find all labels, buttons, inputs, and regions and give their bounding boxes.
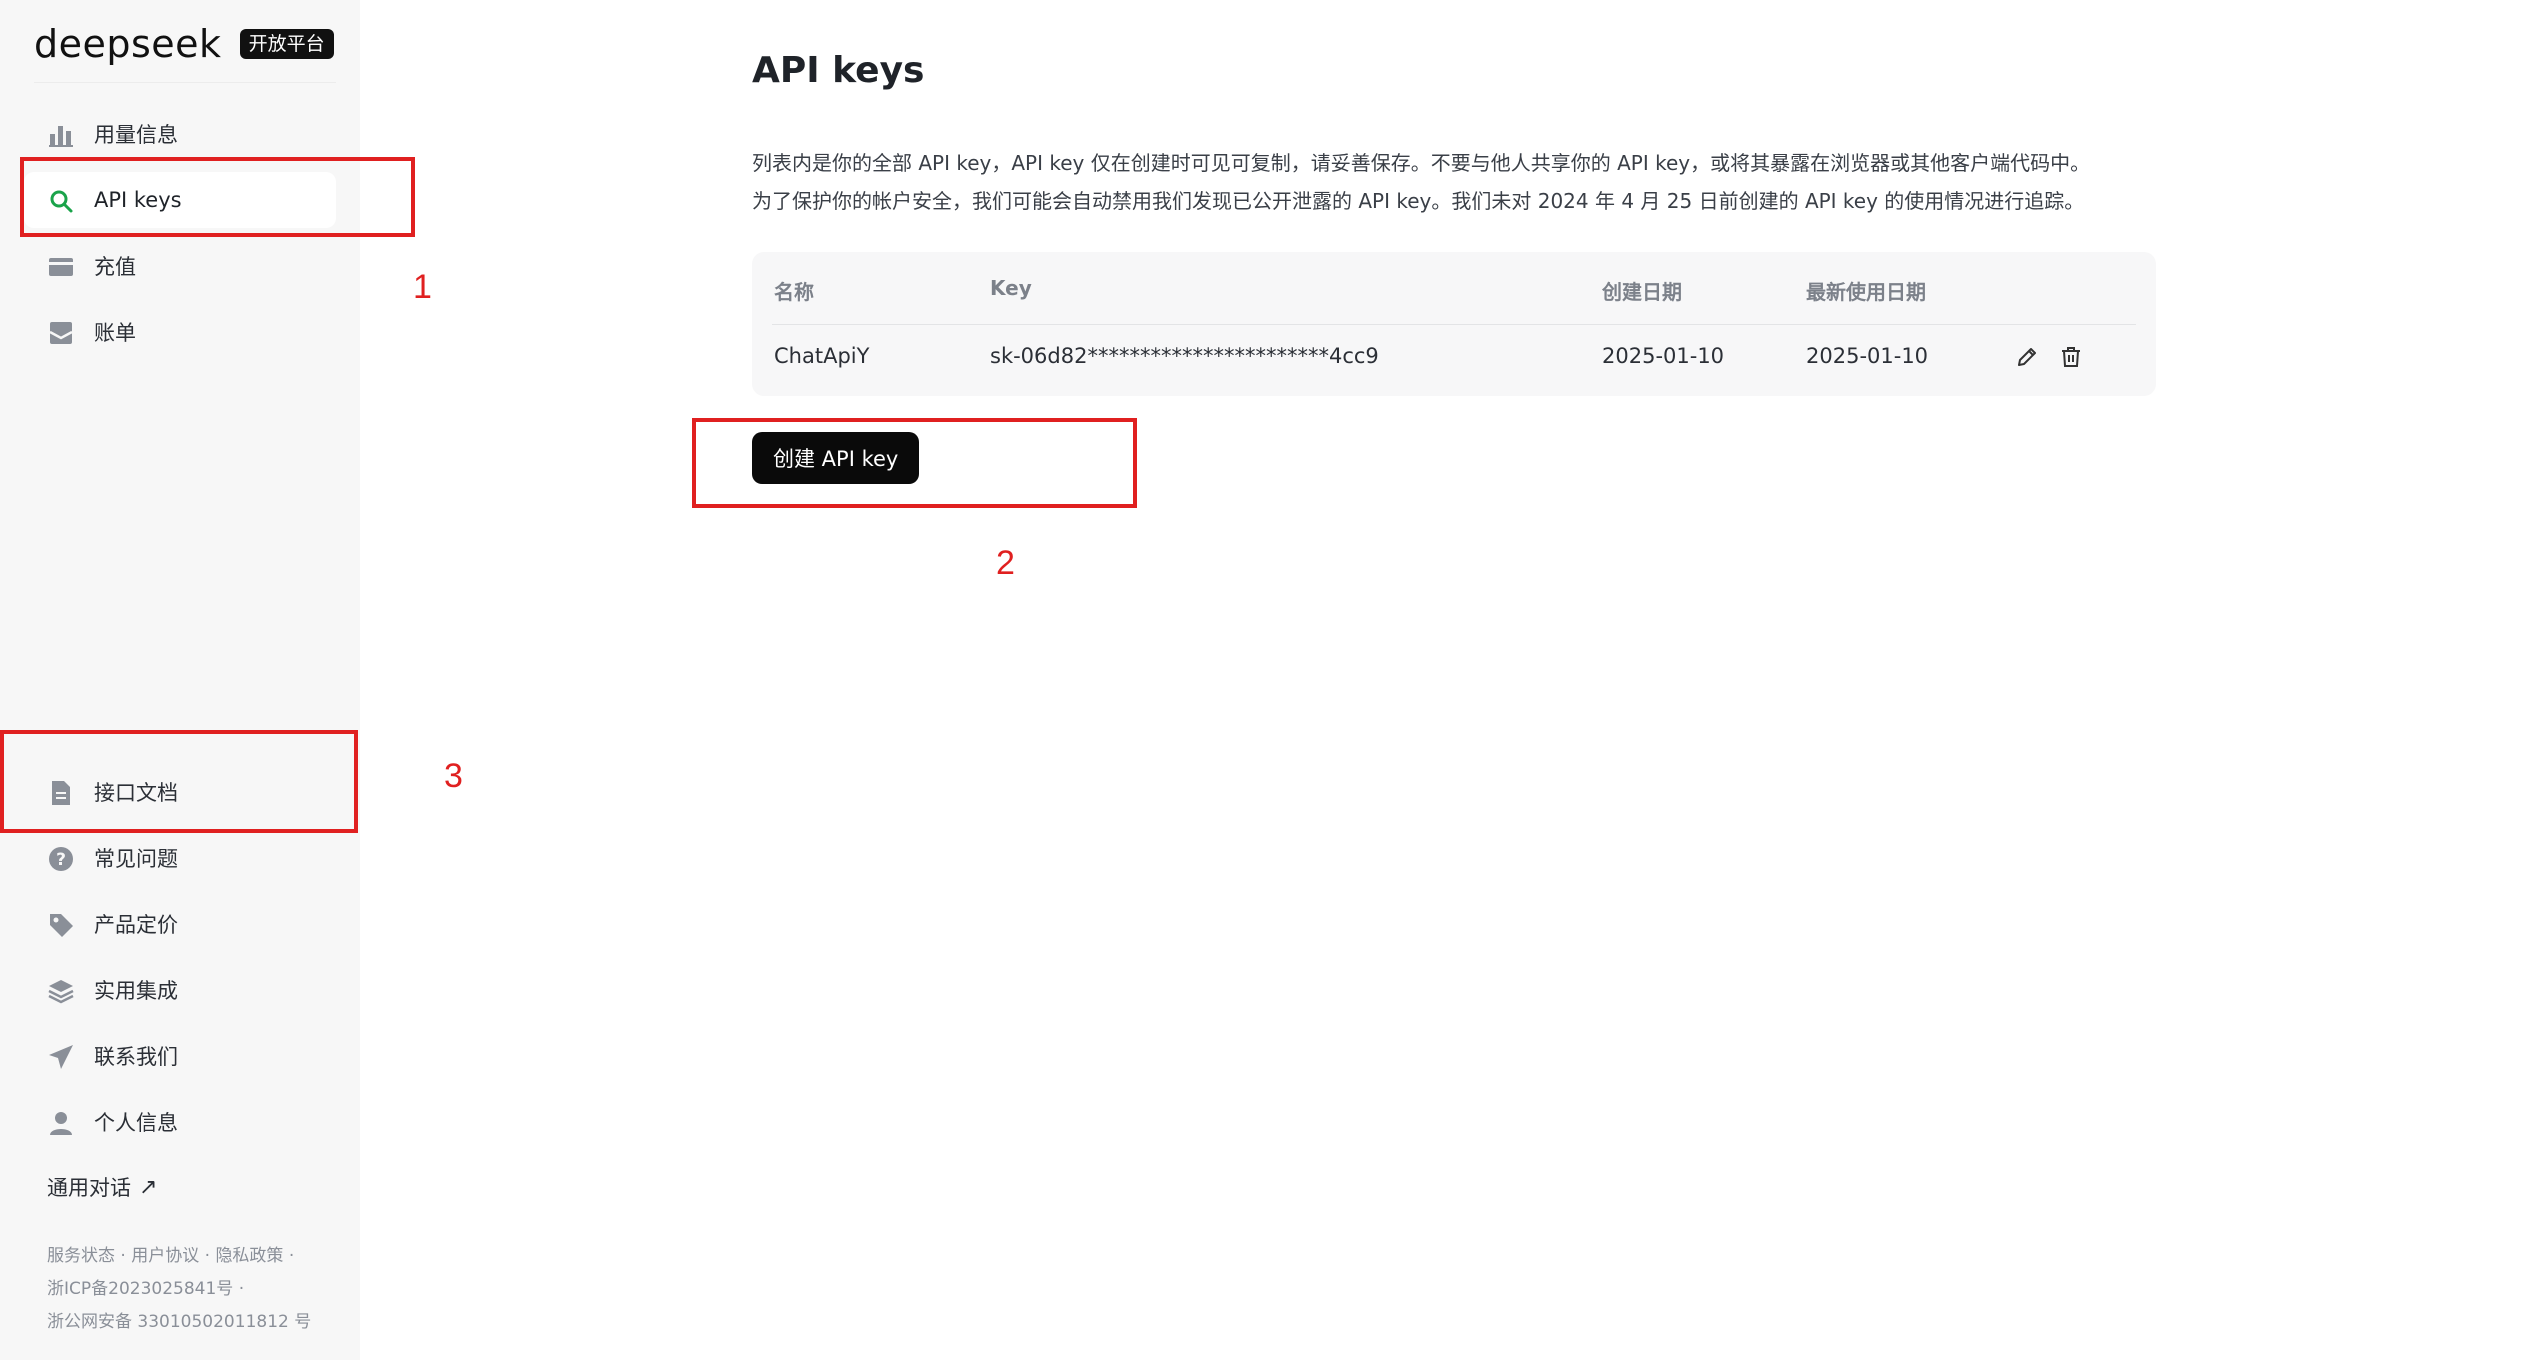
sidebar-item-label: 联系我们 [94, 1045, 178, 1069]
send-icon [48, 1044, 74, 1070]
sidebar-item-pricing[interactable]: 产品定价 [24, 896, 336, 952]
card-icon [48, 254, 74, 280]
inbox-icon [48, 320, 74, 346]
service-status-link[interactable]: 服务状态 [47, 1246, 115, 1266]
sidebar-item-usage[interactable]: 用量信息 [24, 106, 336, 162]
deepseek-logo[interactable]: deepseek [34, 22, 222, 66]
edit-pencil-icon[interactable] [2014, 344, 2040, 370]
sidebar-item-contact[interactable]: 联系我们 [24, 1028, 336, 1084]
sidebar-item-label: 充值 [94, 255, 136, 279]
last-used-date-cell: 2025-01-10 [1806, 344, 1929, 368]
svg-text:?: ? [56, 850, 66, 870]
sidebar-item-label: 账单 [94, 321, 136, 345]
sidebar-item-integrations[interactable]: 实用集成 [24, 962, 336, 1018]
layers-icon [48, 978, 74, 1004]
sidebar-item-recharge[interactable]: 充值 [24, 238, 336, 294]
delete-trash-icon[interactable] [2058, 344, 2084, 370]
description-line-1: 列表内是你的全部 API key，API key 仅在创建时可见可复制，请妥善保… [752, 151, 2091, 175]
annotation-box-2 [692, 418, 1137, 508]
column-header-key: Key [990, 276, 1032, 300]
sidebar-item-label: 产品定价 [94, 913, 178, 937]
sidebar-item-profile[interactable]: 个人信息 [24, 1094, 336, 1150]
sidebar-item-label: 常见问题 [94, 847, 178, 871]
key-name-cell: ChatApiY [774, 344, 870, 368]
brand[interactable]: deepseek 开放平台 [34, 22, 334, 66]
annotation-box-1 [20, 157, 415, 237]
privacy-policy-link[interactable]: 隐私政策 [215, 1246, 283, 1266]
sidebar-footer: 服务状态 · 用户协议 · 隐私政策 · 浙ICP备2023025841号 · … [47, 1246, 312, 1332]
sidebar-item-faq[interactable]: ? 常见问题 [24, 830, 336, 886]
annotation-label-2: 2 [996, 544, 1015, 582]
column-header-created: 创建日期 [1602, 280, 1682, 304]
page-description: 列表内是你的全部 API key，API key 仅在创建时可见可复制，请妥善保… [752, 144, 2172, 220]
general-chat-link[interactable]: 通用对话 ↗ [47, 1172, 157, 1202]
description-line-2: 为了保护你的帐户安全，我们可能会自动禁用我们发现已公开泄露的 API key。我… [752, 189, 2085, 213]
column-header-name: 名称 [774, 280, 814, 304]
sidebar-item-label: 用量信息 [94, 123, 178, 147]
platform-badge: 开放平台 [239, 29, 334, 59]
page-title: API keys [752, 50, 925, 91]
sidebar-item-label: 个人信息 [94, 1111, 178, 1135]
sidebar-item-label: 实用集成 [94, 979, 178, 1003]
tag-icon [48, 912, 74, 938]
column-header-last-used: 最新使用日期 [1806, 280, 1926, 304]
created-date-cell: 2025-01-10 [1602, 344, 1725, 368]
annotation-label-3: 3 [444, 757, 463, 795]
bar-chart-icon [48, 122, 74, 148]
user-agreement-link[interactable]: 用户协议 [131, 1246, 199, 1266]
question-icon: ? [48, 846, 74, 872]
user-icon [48, 1110, 74, 1136]
api-keys-table: 名称 Key 创建日期 最新使用日期 ChatApiY sk-06d82****… [752, 252, 2156, 396]
header-divider [772, 324, 2136, 325]
annotation-box-3 [0, 730, 358, 833]
general-chat-label: 通用对话 [47, 1176, 131, 1200]
brand-divider [34, 82, 336, 83]
external-arrow-icon: ↗ [139, 1174, 158, 1200]
annotation-label-1: 1 [413, 268, 432, 306]
key-value-cell: sk-06d82***********************4cc9 [990, 344, 1379, 368]
sidebar-item-billing[interactable]: 账单 [24, 304, 336, 360]
icp-link[interactable]: 浙ICP备2023025841号 [47, 1279, 233, 1299]
police-record-link[interactable]: 浙公网安备 33010502011812 号 [47, 1312, 311, 1332]
